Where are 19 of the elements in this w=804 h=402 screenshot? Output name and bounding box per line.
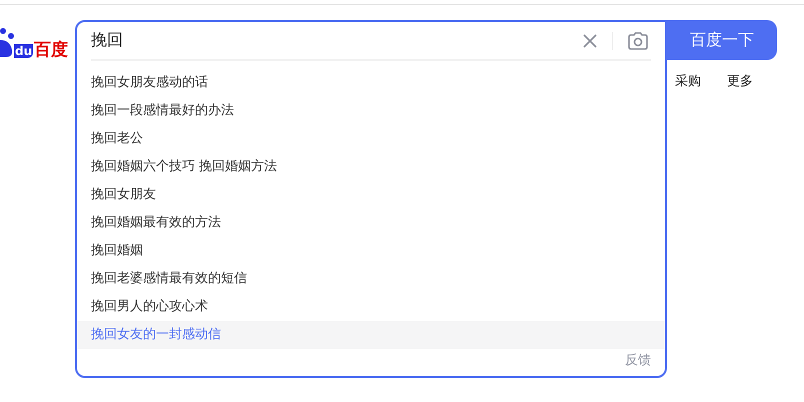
close-icon[interactable] [582, 32, 598, 48]
nav-link[interactable]: 更多 [727, 72, 753, 90]
suggestion-item[interactable]: 挽回男人的心攻心术 [77, 293, 665, 321]
search-button[interactable]: 百度一下 [667, 20, 777, 60]
suggestion-item[interactable]: 挽回婚姻六个技巧 挽回婚姻方法 [77, 153, 665, 181]
logo-text: 百度 [34, 40, 68, 60]
suggestion-item[interactable]: 挽回老公 [77, 125, 665, 153]
nav-link[interactable]: 采购 [675, 72, 701, 90]
suggestion-item[interactable]: 挽回一段感情最好的办法 [77, 97, 665, 125]
suggestion-item[interactable]: 挽回女朋友感动的话 [77, 69, 665, 97]
suggestion-item[interactable]: 挽回老婆感情最有效的短信 [77, 265, 665, 293]
suggestion-item[interactable]: 挽回女朋友 [77, 181, 665, 209]
suggestion-item[interactable]: 挽回婚姻最有效的方法 [77, 209, 665, 237]
suggestion-item[interactable]: 挽回女友的一封感动信 [77, 321, 665, 349]
suggestion-item[interactable]: 挽回婚姻 [77, 237, 665, 265]
camera-icon[interactable] [627, 32, 649, 50]
paw-icon [0, 28, 14, 58]
search-field[interactable]: 挽回 [91, 31, 572, 50]
logo-mark: du [14, 44, 34, 58]
